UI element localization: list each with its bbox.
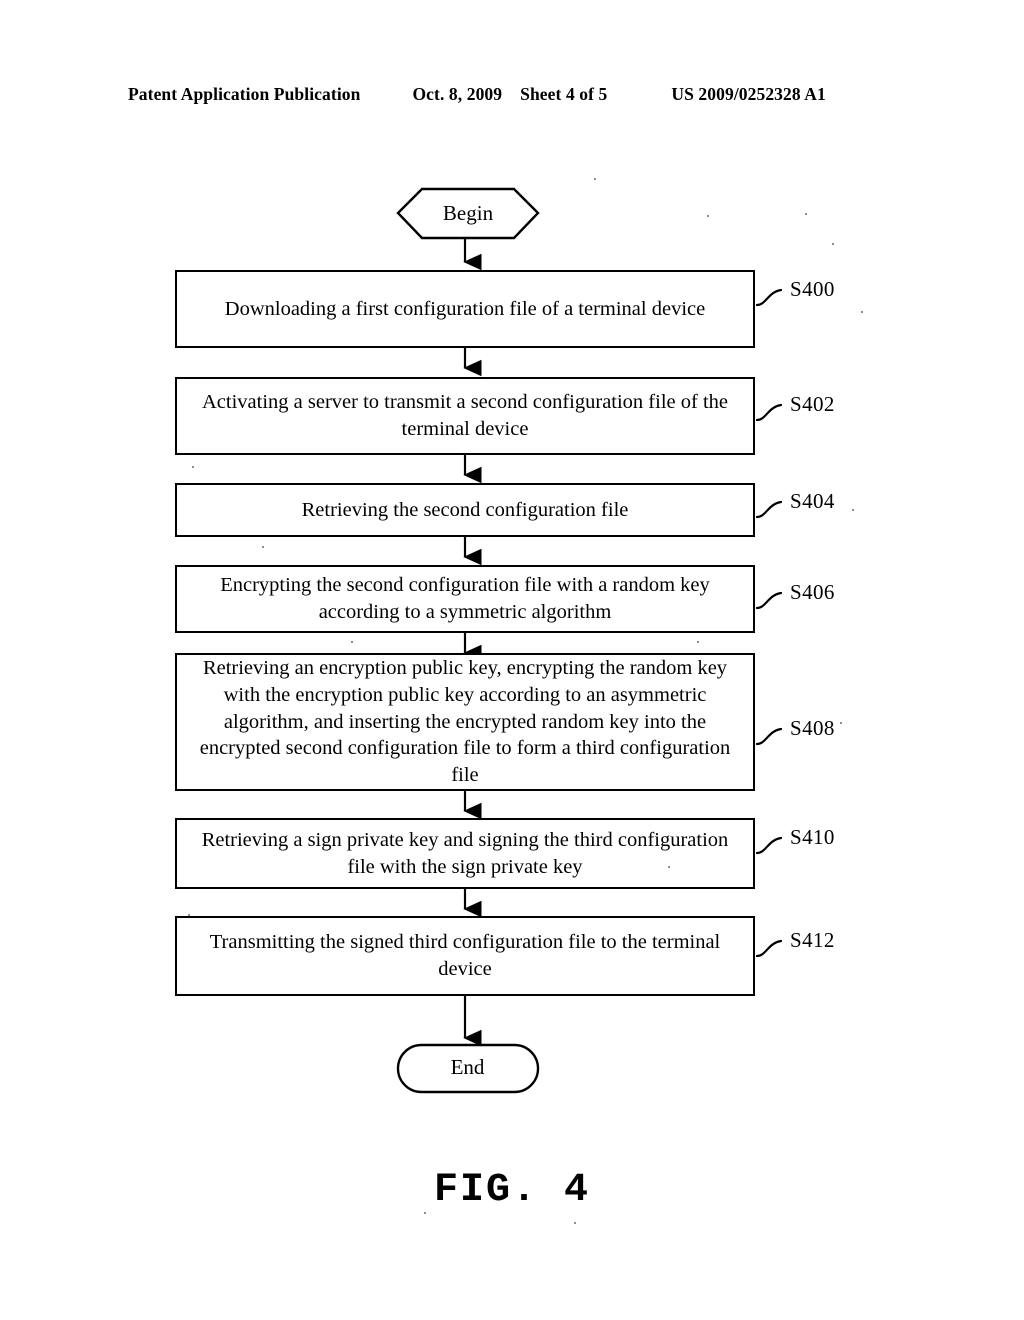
patent-drawing-page: Patent Application Publication Oct. 8, 2… bbox=[0, 0, 1024, 1320]
flow-step-box-s406: Encrypting the second configuration file… bbox=[175, 565, 755, 633]
leader-s402 bbox=[755, 403, 783, 422]
flow-step-box-s400: Downloading a first configuration file o… bbox=[175, 270, 755, 348]
leader-s410 bbox=[755, 836, 783, 855]
step-ref-s406: S406 bbox=[790, 580, 835, 604]
flow-step-box-s402: Activating a server to transmit a second… bbox=[175, 377, 755, 455]
flow-step-box-s408: Retrieving an encryption public key, enc… bbox=[175, 653, 755, 791]
flow-step-text-s400: Downloading a first configuration file o… bbox=[224, 297, 706, 320]
flow-step-text-s402: Activating a server to transmit a second… bbox=[202, 391, 728, 440]
flow-step-text-s412: Transmitting the signed third configurat… bbox=[209, 931, 721, 980]
leader-s412 bbox=[755, 939, 783, 958]
leader-s408 bbox=[755, 727, 783, 746]
step-ref-s402: S402 bbox=[790, 392, 835, 416]
flow-step-text-s404: Retrieving the second configuration file bbox=[301, 498, 629, 521]
flow-step-box-s410: Retrieving a sign private key and signin… bbox=[175, 818, 755, 889]
step-ref-s400: S400 bbox=[790, 277, 835, 301]
leader-s406 bbox=[755, 591, 783, 610]
leader-s404 bbox=[755, 500, 783, 519]
flow-start-label: Begin bbox=[442, 201, 494, 225]
leader-s400 bbox=[755, 288, 783, 307]
step-ref-s412: S412 bbox=[790, 928, 835, 952]
flow-step-text-s410: Retrieving a sign private key and signin… bbox=[201, 828, 729, 878]
step-ref-s408: S408 bbox=[790, 716, 835, 740]
step-ref-s410: S410 bbox=[790, 825, 835, 849]
flow-end-label: End bbox=[450, 1055, 485, 1079]
flow-step-text-s408: Retrieving an encryption public key, enc… bbox=[199, 657, 731, 786]
figure-caption: FIG. 4 bbox=[433, 1168, 591, 1213]
step-ref-s404: S404 bbox=[790, 489, 835, 513]
flow-step-box-s404: Retrieving the second configuration file bbox=[175, 483, 755, 537]
flow-step-box-s412: Transmitting the signed third configurat… bbox=[175, 916, 755, 996]
flowchart-figure: Begin End Downloading a first configurat… bbox=[0, 0, 1024, 1320]
flow-step-text-s406: Encrypting the second configuration file… bbox=[220, 574, 710, 623]
